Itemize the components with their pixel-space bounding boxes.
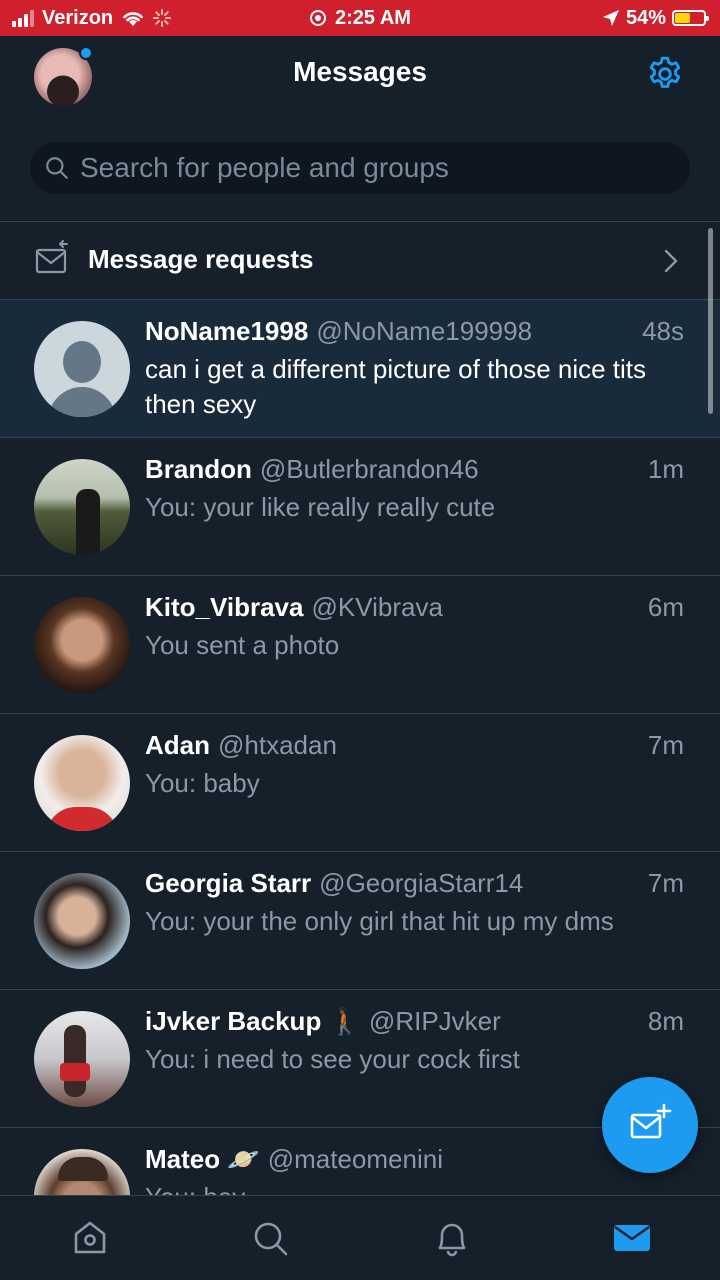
nav-search[interactable] [250, 1218, 290, 1258]
search-input[interactable] [78, 151, 690, 185]
page-title: Messages [293, 56, 427, 87]
conversation-preview: You: your the only girl that hit up my d… [145, 906, 614, 936]
message-requests-label: Message requests [88, 244, 314, 274]
wifi-icon [123, 12, 143, 26]
orientation-lock-icon [310, 10, 327, 26]
conversation-time: 48s [642, 316, 684, 346]
conversation-handle: @mateomenini [267, 1144, 443, 1174]
battery-percent: 54% [625, 6, 666, 29]
conversation-name: Kito_Vibrava [145, 592, 304, 622]
conversation-preview: You: hey [145, 1180, 672, 1195]
conversation-preview: can i get a different picture of those n… [145, 354, 647, 419]
conversation-time: 1m [647, 454, 684, 484]
message-requests-row[interactable]: Message requests [0, 222, 720, 300]
conversation-row[interactable]: Brandon @Butlerbrandon46 1m You: your lik… [0, 438, 720, 576]
gear-icon[interactable] [645, 54, 685, 94]
message-requests-icon [35, 240, 68, 274]
search-icon [46, 157, 68, 179]
loading-icon [153, 9, 172, 27]
search-icon [254, 1222, 288, 1256]
conversation-handle: @Butlerbrandon46 [259, 454, 479, 484]
avatar [34, 1149, 130, 1195]
header: Messages [0, 36, 720, 122]
conversation-handle: @NoName199998 [316, 316, 533, 346]
avatar [34, 459, 130, 555]
conversation-row[interactable]: Georgia Starr @GeorgiaStarr14 7m You: you… [0, 852, 720, 990]
battery-icon [672, 10, 709, 26]
avatar [34, 735, 130, 831]
conversation-time: 7m [647, 730, 684, 760]
conversation-name: Adan [145, 730, 210, 760]
conversation-time: 7m [647, 868, 684, 898]
nav-home[interactable] [70, 1218, 110, 1258]
conversation-row[interactable]: Adan @htxadan 7m You: baby [0, 714, 720, 852]
carrier-label: Verizon [42, 6, 114, 29]
search-bar[interactable] [30, 142, 690, 194]
avatar [34, 1011, 130, 1107]
home-icon [74, 1221, 106, 1254]
new-message-button[interactable] [602, 1077, 698, 1173]
bell-icon [438, 1223, 466, 1257]
conversation-row[interactable]: NoName1998 @NoName199998 48s can i get a … [0, 300, 720, 438]
signal-icon [12, 9, 34, 27]
conversation-handle: @KVibrava [311, 592, 443, 622]
status-time: 2:25 AM [335, 6, 411, 29]
scrollbar[interactable] [708, 228, 713, 414]
location-icon [602, 10, 619, 26]
mail-icon [614, 1225, 650, 1251]
avatar [34, 321, 130, 417]
conversation-preview: You: your like really really cute [145, 492, 496, 522]
conversation-preview: You: i need to see your cock first [145, 1044, 520, 1074]
bottom-nav [0, 1195, 720, 1280]
conversation-handle: @GeorgiaStarr14 [319, 868, 524, 898]
conversation-name: Mateo 🪐 [145, 1144, 260, 1174]
nav-messages[interactable] [612, 1218, 652, 1258]
conversation-preview: You: baby [145, 768, 260, 798]
conversation-row[interactable]: Kito_Vibrava @KVibrava 6m You sent a phot… [0, 576, 720, 714]
avatar [34, 597, 130, 693]
conversation-name: iJvker Backup 🚶🏿 [145, 1006, 361, 1036]
chevron-right-icon [664, 249, 678, 273]
new-message-icon [630, 1103, 672, 1139]
nav-notifications[interactable] [432, 1218, 472, 1258]
conversation-name: Brandon [145, 454, 252, 484]
conversation-handle: @RIPJvker [368, 1006, 501, 1036]
conversation-time: 8m [647, 1006, 684, 1036]
avatar [34, 873, 130, 969]
status-bar: Verizon 2:25 AM 54% [0, 0, 720, 36]
status-right: 54% [602, 7, 720, 30]
conversation-preview: You sent a photo [145, 630, 340, 660]
conversation-name: NoName1998 [145, 316, 309, 346]
conversation-handle: @htxadan [218, 730, 337, 760]
conversation-time: 6m [647, 592, 684, 622]
conversation-list: NoName1998 @NoName199998 48s can i get a … [0, 300, 720, 1195]
conversation-name: Georgia Starr [145, 868, 312, 898]
status-left: Verizon [0, 6, 172, 30]
